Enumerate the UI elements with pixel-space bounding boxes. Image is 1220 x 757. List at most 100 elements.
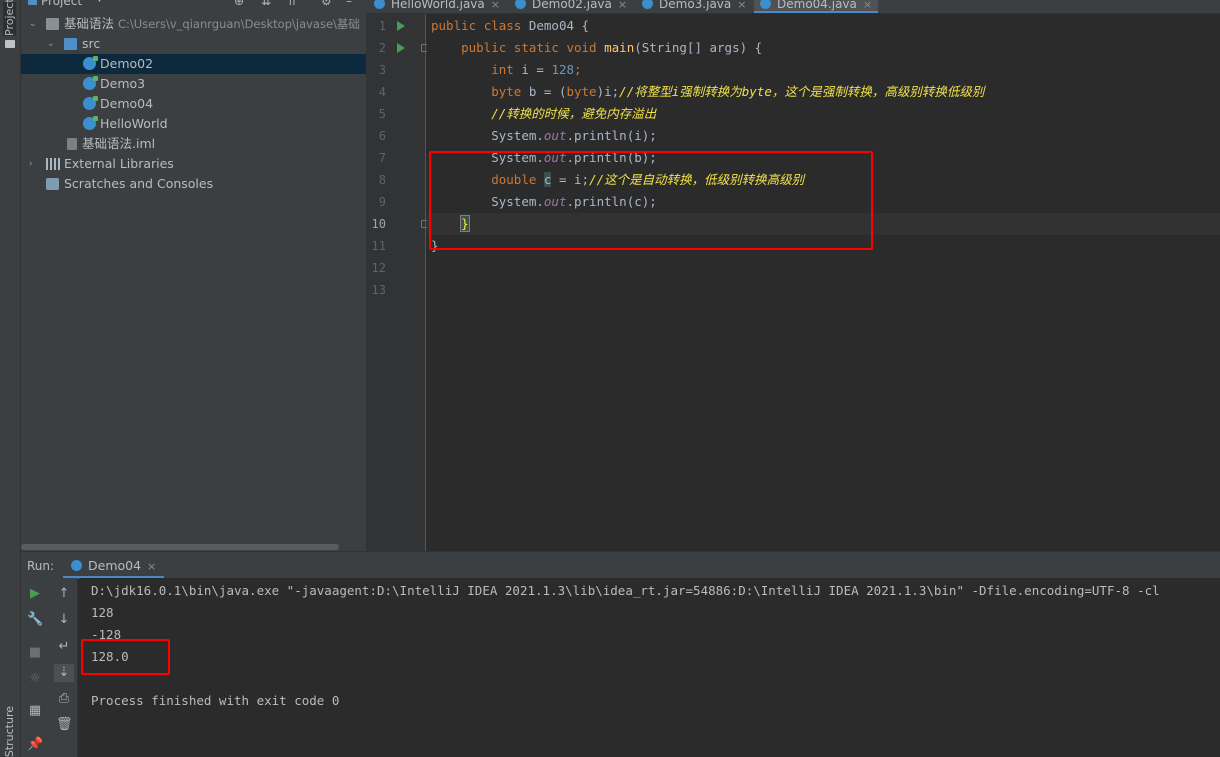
line-number: 9 xyxy=(378,195,386,209)
java-class-icon xyxy=(71,560,82,571)
tab-demo04[interactable]: Demo04.java × xyxy=(754,0,879,13)
console-line: D:\jdk16.0.1\bin\java.exe "-javaagent:D:… xyxy=(91,583,1160,598)
tree-item-label: 基础语法 xyxy=(64,16,115,31)
chevron-down-icon[interactable]: ▼ xyxy=(96,0,103,4)
tree-item-iml[interactable]: 基础语法.iml xyxy=(21,134,366,154)
locate-icon[interactable]: ⊕ xyxy=(234,0,244,8)
line-number: 11 xyxy=(371,239,386,253)
chevron-right-icon[interactable]: › xyxy=(29,154,33,174)
tree-item-src[interactable]: ⌄ src xyxy=(21,34,366,54)
run-icon[interactable] xyxy=(397,43,405,53)
line-number: 6 xyxy=(378,129,386,143)
code-line-6: System.out.println(i); xyxy=(491,128,657,143)
tree-item-demo3[interactable]: Demo3 xyxy=(21,74,366,94)
left-tool-strip: Project Structure xyxy=(0,0,21,757)
line-number: 7 xyxy=(378,151,386,165)
project-panel: Project ▼ ⊕ ⇊ ⇈ ⚙ – ⌄ 基础语法 C:\Users\v_qi… xyxy=(21,0,366,551)
structure-tool-button[interactable]: Structure xyxy=(3,706,16,757)
trash-icon[interactable]: 🗑 xyxy=(56,718,73,732)
tree-item-demo04[interactable]: Demo04 xyxy=(21,94,366,114)
layout-icon[interactable]: ▦ xyxy=(27,704,43,718)
tree-item-project-root[interactable]: ⌄ 基础语法 C:\Users\v_qianrguan\Desktop\java… xyxy=(21,14,366,34)
tree-item-external-libraries[interactable]: › External Libraries xyxy=(21,154,366,174)
chevron-down-icon[interactable]: ⌄ xyxy=(47,34,55,54)
hide-icon[interactable]: – xyxy=(346,0,352,8)
stop-icon[interactable]: ■ xyxy=(27,646,43,660)
tab-demo02[interactable]: Demo02.java × xyxy=(515,0,627,13)
code-line-3: int i = 128; xyxy=(491,62,582,77)
code-editor[interactable]: public class Demo04 { public static void… xyxy=(427,14,1220,551)
console-output[interactable]: D:\jdk16.0.1\bin\java.exe "-javaagent:D:… xyxy=(79,578,1220,757)
tree-item-label: HelloWorld xyxy=(100,116,168,131)
close-icon[interactable]: × xyxy=(147,560,156,573)
java-class-icon xyxy=(83,76,98,90)
gear-icon[interactable]: ⚙ xyxy=(321,0,332,8)
arrow-up-icon[interactable]: ↑ xyxy=(56,587,72,601)
line-number: 8 xyxy=(378,173,386,187)
tree-item-label: Demo04 xyxy=(100,96,154,111)
line-number: 12 xyxy=(371,261,386,275)
close-icon[interactable]: × xyxy=(737,0,746,11)
project-tool-button[interactable]: Project xyxy=(3,0,16,36)
run-label: Run: xyxy=(27,559,55,573)
close-icon[interactable]: × xyxy=(863,0,872,11)
print-icon[interactable]: ⎙ xyxy=(56,692,72,706)
java-class-icon xyxy=(83,96,98,110)
wrench-icon[interactable]: 🔧 xyxy=(27,613,43,627)
java-class-icon xyxy=(760,0,771,9)
run-toolbar: ▶ ↑ 🔧 ↓ ↵ ■ ⇣ ☼ ⎙ ▦ 🗑 📌 xyxy=(21,578,78,757)
tree-item-label: src xyxy=(82,36,101,51)
tree-item-label: 基础语法.iml xyxy=(82,136,156,151)
tree-item-demo02[interactable]: Demo02 xyxy=(21,54,366,74)
code-line-5: //转换的时候，避免内存溢出 xyxy=(491,106,657,121)
java-class-icon xyxy=(83,56,98,70)
editor-tab-bar: HelloWorld.java × Demo02.java × Demo3.java… xyxy=(366,0,1220,14)
expand-all-icon[interactable]: ⇈ xyxy=(287,0,297,8)
collapse-all-icon[interactable]: ⇊ xyxy=(261,0,271,8)
java-class-icon xyxy=(374,0,385,9)
pin-icon[interactable]: 📌 xyxy=(27,738,43,752)
line-number: 4 xyxy=(378,85,386,99)
tree-item-helloworld[interactable]: HelloWorld xyxy=(21,114,366,134)
project-view-icon xyxy=(28,0,37,5)
scroll-to-end-icon[interactable]: ⇣ xyxy=(54,664,74,682)
line-number: 1 xyxy=(378,19,386,33)
line-number: 5 xyxy=(378,107,386,121)
rerun-icon[interactable]: ▶ xyxy=(27,587,43,601)
tree-item-label: Demo02 xyxy=(100,56,154,71)
close-icon[interactable]: × xyxy=(618,0,627,11)
tree-item-scratches[interactable]: Scratches and Consoles xyxy=(21,174,366,194)
arrow-down-icon[interactable]: ↓ xyxy=(56,613,72,627)
project-panel-header: Project ▼ ⊕ ⇊ ⇈ ⚙ – xyxy=(21,0,366,12)
tree-item-label: External Libraries xyxy=(64,156,174,171)
java-class-icon xyxy=(642,0,653,9)
close-icon[interactable]: × xyxy=(491,0,500,11)
code-line-1: public class Demo04 { xyxy=(431,18,590,33)
dump-threads-icon[interactable]: ☼ xyxy=(27,672,43,686)
soft-wrap-icon[interactable]: ↵ xyxy=(56,640,72,654)
project-path: C:\Users\v_qianrguan\Desktop\javase\基础 xyxy=(118,17,360,31)
run-panel-header: Run: Demo04 × xyxy=(21,551,1220,579)
chevron-down-icon[interactable]: ⌄ xyxy=(29,14,37,34)
project-view-selector[interactable]: Project xyxy=(41,0,82,8)
library-icon xyxy=(46,158,60,170)
java-class-icon xyxy=(515,0,526,9)
module-folder-icon xyxy=(46,18,59,30)
run-tab-demo04[interactable]: Demo04 × xyxy=(63,552,165,579)
annotation-box xyxy=(81,639,170,675)
line-number: 2 xyxy=(378,41,386,55)
tab-demo3[interactable]: Demo3.java × xyxy=(642,0,746,13)
run-icon[interactable] xyxy=(397,21,405,31)
tree-item-label: Demo3 xyxy=(100,76,146,91)
java-class-icon xyxy=(83,116,98,130)
code-line-4: byte b = (byte)i;//将整型i强制转换为byte，这个是强制转换… xyxy=(491,84,985,99)
horizontal-scrollbar[interactable] xyxy=(21,544,339,550)
tab-helloworld[interactable]: HelloWorld.java × xyxy=(374,0,500,13)
iml-file-icon xyxy=(67,138,77,150)
scratches-icon xyxy=(46,178,59,190)
line-number: 10 xyxy=(371,217,386,231)
annotation-box xyxy=(429,151,873,250)
source-folder-icon xyxy=(64,38,77,50)
code-line-2: public static void main(String[] args) { xyxy=(461,40,763,55)
tree-item-label: Scratches and Consoles xyxy=(64,176,214,191)
